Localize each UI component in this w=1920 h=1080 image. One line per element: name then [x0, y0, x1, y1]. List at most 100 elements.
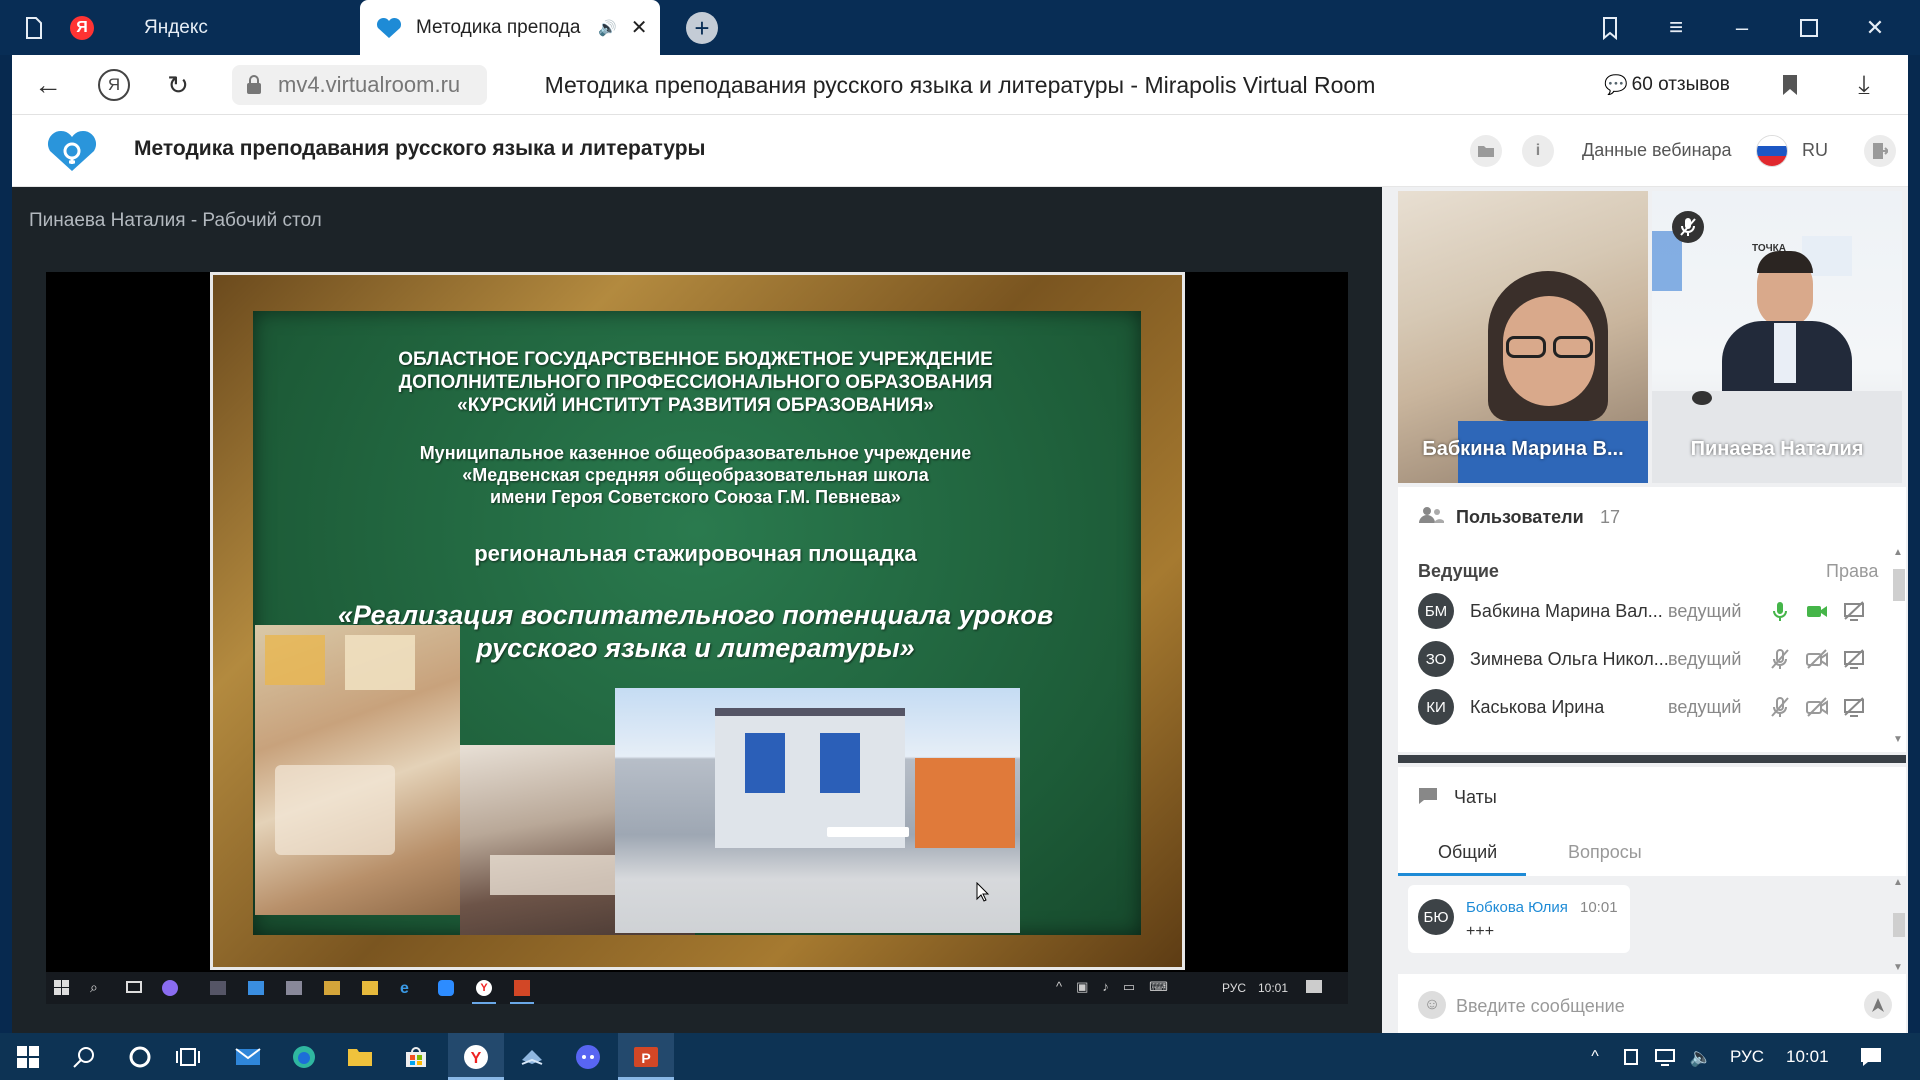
windows-start-icon[interactable] [0, 1033, 56, 1080]
download-icon[interactable]: ⤓ [1848, 69, 1880, 101]
remote-app-icon [286, 981, 302, 995]
mail-icon[interactable] [220, 1033, 276, 1080]
speaker-icon[interactable]: 🔊 [598, 19, 617, 37]
tray-chevron-icon[interactable]: ^ [1578, 1037, 1612, 1077]
network-icon[interactable] [1648, 1037, 1682, 1077]
edge-icon[interactable] [276, 1033, 332, 1080]
users-count: 17 [1600, 507, 1621, 527]
remote-taskview-icon [126, 981, 142, 993]
folder-icon[interactable] [1470, 135, 1502, 167]
remote-ie-icon: e [400, 980, 409, 997]
back-icon[interactable]: ← [32, 69, 64, 101]
new-tab-button[interactable]: + [686, 12, 718, 44]
webinar-data-link[interactable]: Данные вебинара [1582, 140, 1732, 161]
video-tile[interactable]: Бабкина Марина В... [1398, 191, 1648, 483]
camera-off-icon[interactable] [1805, 695, 1829, 719]
camera-on-icon[interactable] [1805, 599, 1829, 623]
mic-on-icon[interactable] [1768, 599, 1792, 623]
camera-off-icon[interactable] [1805, 647, 1829, 671]
minimize-icon[interactable]: – [1728, 14, 1756, 42]
slide-line: «КУРСКИЙ ИНСТИТУТ РАЗВИТИЯ ОБРАЗОВАНИЯ» [457, 395, 934, 416]
slide-line: имени Героя Советского Союза Г.М. Певнев… [490, 487, 901, 507]
info-icon[interactable]: i [1522, 135, 1554, 167]
tray-usb-icon[interactable] [1614, 1037, 1648, 1077]
file-explorer-icon[interactable] [332, 1033, 388, 1080]
chat-scrollbar[interactable]: ▲ ▼ [1890, 877, 1906, 973]
user-row[interactable]: ЗО Зимнева Ольга Никол... ведущий [1418, 639, 1898, 679]
bookmark-icon[interactable] [1776, 69, 1804, 101]
message-input[interactable]: Введите сообщение [1456, 996, 1625, 1017]
language-label[interactable]: RU [1802, 140, 1828, 161]
remote-folder-icon [362, 981, 378, 995]
user-row[interactable]: КИ Каськова Ирина ведущий [1418, 687, 1898, 727]
url-text: mv4.virtualroom.ru [278, 72, 461, 97]
tab-mirapolis[interactable]: Методика препода 🔊 ✕ [360, 0, 660, 55]
yandex-browser-icon[interactable]: Y [448, 1033, 504, 1080]
yandex-home-icon[interactable]: Я [98, 69, 130, 101]
reload-icon[interactable]: ↻ [162, 69, 194, 101]
emoji-icon[interactable]: ☺ [1418, 991, 1446, 1019]
tab-label: Методика препода [416, 16, 581, 38]
task-view-icon[interactable] [160, 1033, 216, 1080]
user-role: ведущий [1668, 648, 1742, 669]
user-row[interactable]: БМ Бабкина Марина Вал... ведущий [1418, 591, 1898, 631]
mic-off-icon[interactable] [1768, 647, 1792, 671]
remote-desktop-icon[interactable] [504, 1033, 560, 1080]
remote-yandex-icon: Y [476, 980, 492, 996]
russia-flag-icon[interactable] [1756, 135, 1788, 167]
users-panel: Пользователи 17 Ведущие Права БМ Бабкина… [1398, 487, 1906, 752]
exit-icon[interactable] [1864, 135, 1896, 167]
user-name: Каськова Ирина [1470, 696, 1605, 717]
tab-general[interactable]: Общий [1438, 842, 1497, 863]
tab-label: Яндекс [144, 16, 208, 38]
close-window-icon[interactable]: ✕ [1861, 14, 1889, 42]
user-name: Зимнева Ольга Никол... [1470, 648, 1669, 669]
keyboard-language[interactable]: РУС [1730, 1033, 1764, 1080]
mic-off-icon[interactable] [1768, 695, 1792, 719]
menu-icon[interactable]: ≡ [1662, 14, 1690, 42]
avatar: БМ [1418, 593, 1454, 629]
slide-line: ДОПОЛНИТЕЛЬНОГО ПРОФЕССИОНАЛЬНОГО ОБРАЗО… [398, 372, 993, 393]
tab-yandex[interactable]: Я Яндекс [70, 0, 360, 55]
remote-powerpoint-icon [514, 980, 530, 996]
screen-share-title: Пинаева Наталия - Рабочий стол [29, 210, 322, 231]
screen-share-panel: Пинаева Наталия - Рабочий стол ОБЛАСТНОЕ… [12, 187, 1394, 1033]
url-field[interactable]: mv4.virtualroom.ru [232, 65, 487, 105]
users-scrollbar[interactable]: ▲ ▼ [1890, 547, 1906, 747]
rights-label[interactable]: Права [1826, 561, 1878, 582]
screen-share-off-icon[interactable] [1842, 695, 1866, 719]
svg-text:P: P [641, 1050, 650, 1066]
maximize-icon[interactable] [1795, 14, 1823, 42]
user-role: ведущий [1668, 600, 1742, 621]
slide-line: региональная стажировочная площадка [474, 541, 917, 566]
remote-search-icon: ⌕ [90, 979, 98, 995]
remote-windows-icon [54, 980, 70, 996]
notification-center-icon[interactable] [1854, 1037, 1888, 1077]
send-icon[interactable] [1864, 991, 1892, 1019]
store-icon[interactable] [388, 1033, 444, 1080]
chats-title: Чаты [1454, 787, 1497, 807]
message-author[interactable]: Бобкова Юлия [1466, 899, 1568, 916]
reviews-button[interactable]: 💬 60 отзывов [1604, 69, 1730, 101]
powerpoint-icon[interactable]: P [618, 1033, 674, 1080]
message-time: 10:01 [1580, 899, 1618, 916]
right-panel: Бабкина Марина В... ТОЧКА Пинаева Натали… [1382, 187, 1908, 1033]
discord-icon[interactable] [560, 1033, 616, 1080]
screen-share-off-icon[interactable] [1842, 647, 1866, 671]
page-icon[interactable] [20, 14, 48, 42]
bookmarks-icon[interactable] [1596, 14, 1624, 42]
remote-zoom-icon [438, 980, 454, 996]
user-name: Бабкина Марина Вал... [1470, 600, 1663, 621]
screen-share-off-icon[interactable] [1842, 599, 1866, 623]
avatar: КИ [1418, 689, 1454, 725]
clock[interactable]: 10:01 [1786, 1033, 1829, 1080]
search-icon[interactable] [56, 1033, 112, 1080]
tab-questions[interactable]: Вопросы [1568, 842, 1642, 863]
reviews-label: 60 отзывов [1631, 74, 1730, 95]
close-tab-icon[interactable]: ✕ [631, 15, 648, 40]
volume-icon[interactable]: 🔈 [1684, 1037, 1718, 1077]
shared-screen: ОБЛАСТНОЕ ГОСУДАРСТВЕННОЕ БЮДЖЕТНОЕ УЧРЕ… [46, 272, 1348, 1004]
video-tile[interactable]: ТОЧКА Пинаева Наталия [1652, 191, 1902, 483]
remote-notification-icon [1306, 980, 1322, 993]
user-role: ведущий [1668, 696, 1742, 717]
